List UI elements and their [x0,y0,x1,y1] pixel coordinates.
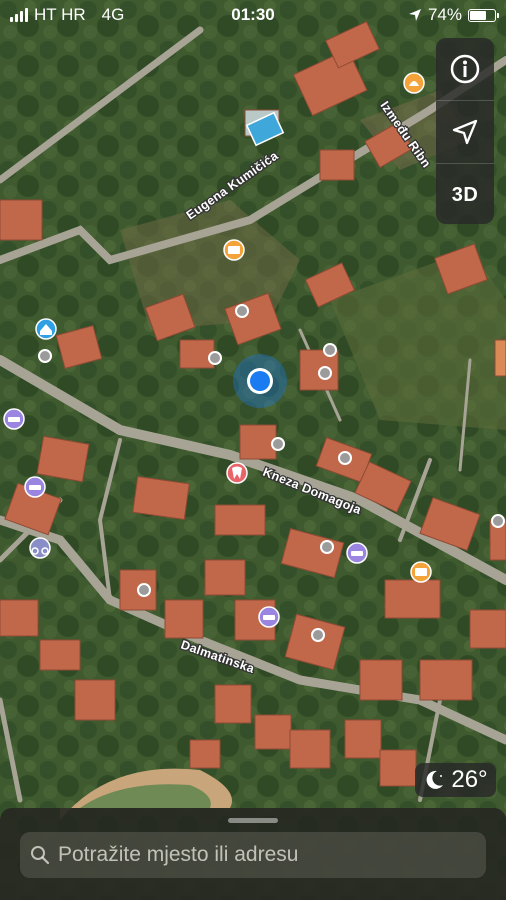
weather-badge[interactable]: 26° [415,763,496,797]
moon-icon [426,770,444,789]
hotel-icon [415,568,427,576]
battery-icon [468,8,499,22]
temperature: 26° [451,766,488,793]
bottom-sheet: Potražite mjesto ili adresu [0,808,506,900]
battery-percent: 74% [427,5,462,24]
search-icon [31,846,50,865]
poi-dentist[interactable] [226,462,248,484]
poi-hotel[interactable] [223,239,245,261]
poi-restaurant[interactable] [403,72,425,94]
track-location-button[interactable] [436,100,494,163]
search-placeholder: Potražite mjesto ili adresu [58,843,299,866]
location-arrow-icon [452,119,478,145]
info-button[interactable] [436,38,494,100]
3d-toggle-button[interactable]: 3D [436,163,494,224]
hotel-icon [228,246,240,254]
poi-hotel-east[interactable] [410,561,432,583]
status-bar: HT HR 4G 01:30 74% [0,0,506,30]
3d-label: 3D [451,183,479,206]
search-field[interactable]: Potražite mjesto ili adresu [20,832,486,878]
poi-motorcycle[interactable] [29,537,51,559]
map-controls: 3D [436,38,494,224]
info-icon [450,54,480,84]
location-services-icon [408,9,421,21]
sheet-grabber[interactable] [228,818,278,823]
poi-home[interactable] [35,318,57,340]
user-location-marker[interactable] [233,354,287,408]
